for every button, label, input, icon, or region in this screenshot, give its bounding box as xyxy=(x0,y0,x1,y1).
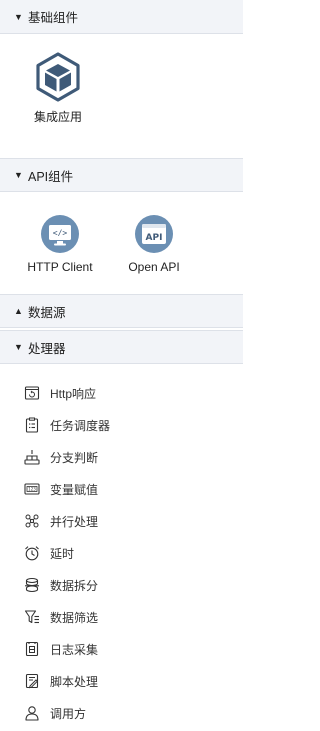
processor-label: Http响应 xyxy=(50,386,97,401)
processor-label: 延时 xyxy=(50,546,75,561)
tile-label: Open API xyxy=(128,260,180,274)
tile-http-client[interactable]: </> HTTP Client xyxy=(20,214,100,274)
processor-label: 变量赋值 xyxy=(50,482,99,497)
svg-text:</>: </> xyxy=(53,229,68,238)
processor-item-data-split[interactable]: 数据拆分 xyxy=(24,574,98,596)
processor-item-parallel[interactable]: 并行处理 xyxy=(24,510,98,532)
caret-down-icon: ▼ xyxy=(14,11,23,22)
filter-icon xyxy=(24,610,39,624)
component-palette: ▼ 基础组件 集成应用 ▼ API组件 </> HTTP Client API … xyxy=(0,0,243,731)
api-window-icon: API xyxy=(135,215,173,253)
code-monitor-icon: </> xyxy=(41,215,79,253)
section-title-processor: 处理器 xyxy=(28,341,66,356)
processor-label: 并行处理 xyxy=(50,514,99,529)
processor-item-caller[interactable]: 调用方 xyxy=(24,702,86,724)
processor-label: 调用方 xyxy=(50,706,87,721)
processor-item-data-filter[interactable]: 数据筛选 xyxy=(24,606,98,628)
log-icon xyxy=(25,641,39,657)
processor-label: 数据筛选 xyxy=(50,610,99,625)
processor-label: 脚本处理 xyxy=(50,674,99,689)
processor-item-branch[interactable]: 分支判断 xyxy=(24,446,98,468)
tile-label: 集成应用 xyxy=(33,110,82,124)
section-header-basic[interactable]: ▼ 基础组件 xyxy=(0,0,243,34)
section-header-datasource[interactable]: ▲ 数据源 xyxy=(0,294,243,328)
processor-item-delay[interactable]: 延时 xyxy=(24,542,74,564)
user-icon xyxy=(25,706,39,721)
processor-label: 日志采集 xyxy=(50,642,99,657)
svg-text:API: API xyxy=(146,233,163,243)
http-response-icon xyxy=(24,386,40,400)
processor-item-http-response[interactable]: Http响应 xyxy=(24,382,96,404)
processor-item-log-collect[interactable]: 日志采集 xyxy=(24,638,98,660)
section-title-basic: 基础组件 xyxy=(28,11,79,25)
task-scheduler-icon xyxy=(25,417,39,433)
script-icon xyxy=(25,673,39,689)
tile-integration-app[interactable]: 集成应用 xyxy=(18,52,98,125)
section-header-processor[interactable]: ▼ 处理器 xyxy=(0,330,243,364)
variable-icon: 123 xyxy=(24,483,40,495)
cube-icon xyxy=(36,52,80,102)
tile-label: HTTP Client xyxy=(27,260,93,274)
section-header-api[interactable]: ▼ API组件 xyxy=(0,158,243,192)
section-title-datasource: 数据源 xyxy=(28,305,66,320)
processor-item-variable[interactable]: 123 变量赋值 xyxy=(24,478,98,500)
alarm-clock-icon xyxy=(25,546,39,561)
processor-item-script[interactable]: 脚本处理 xyxy=(24,670,98,692)
caret-down-icon: ▼ xyxy=(14,342,23,352)
branch-icon xyxy=(24,450,40,465)
processor-item-task-scheduler[interactable]: 任务调度器 xyxy=(24,414,110,436)
section-title-api: API组件 xyxy=(28,169,74,184)
caret-up-icon: ▲ xyxy=(14,306,23,316)
tile-open-api[interactable]: API Open API xyxy=(114,214,194,274)
svg-text:123: 123 xyxy=(28,487,36,492)
caret-down-icon: ▼ xyxy=(14,170,23,180)
data-split-icon xyxy=(25,577,39,593)
parallel-icon xyxy=(25,514,39,528)
processor-label: 数据拆分 xyxy=(50,578,99,593)
processor-label: 任务调度器 xyxy=(50,418,111,433)
processor-label: 分支判断 xyxy=(50,450,99,465)
